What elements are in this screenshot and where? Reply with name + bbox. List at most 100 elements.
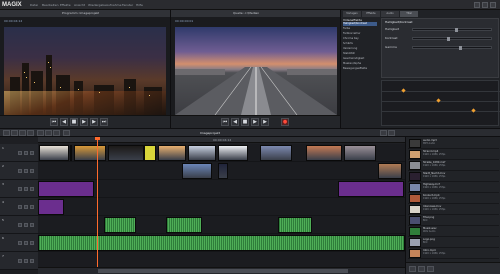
zoom-in-icon[interactable] [388, 130, 395, 136]
program-video-frame[interactable] [4, 27, 166, 115]
track-lane[interactable] [38, 180, 405, 198]
param-slider-knob[interactable] [454, 28, 458, 32]
title-clip[interactable] [338, 181, 404, 197]
menu-record[interactable]: Aufnahme [106, 1, 121, 9]
media-pool-item[interactable]: Highway.mxf 1920 x 1080, 25fps [408, 182, 499, 193]
track-lane[interactable] [38, 216, 405, 234]
video-clip[interactable] [188, 145, 216, 161]
media-pool-item[interactable]: Strand.mp4 1920 x 1080, 25fps [408, 149, 499, 160]
cut-tool-icon[interactable] [11, 130, 18, 136]
split-icon[interactable] [45, 130, 52, 136]
solo-button[interactable] [24, 223, 28, 227]
video-clip[interactable] [218, 163, 228, 179]
media-pool-item[interactable]: Musik.wav WAV Audio [408, 226, 499, 237]
track-header[interactable]: 5 [0, 216, 38, 234]
mute-button[interactable] [18, 187, 22, 191]
lock-button[interactable] [30, 205, 34, 209]
video-clip[interactable] [74, 145, 106, 161]
track-lane[interactable] [38, 162, 405, 180]
param-slider[interactable] [412, 28, 492, 32]
source-stop-button[interactable]: ■ [241, 118, 249, 126]
video-clip[interactable] [70, 145, 72, 161]
solo-button[interactable] [24, 151, 28, 155]
media-pool-item[interactable]: Titel.png Bild [408, 215, 499, 226]
track-header[interactable]: 4 [0, 198, 38, 216]
source-video-frame[interactable] [175, 27, 337, 115]
track-header[interactable]: 1 [0, 144, 38, 162]
solo-button[interactable] [24, 169, 28, 173]
video-clip[interactable] [39, 145, 69, 161]
menu-edit[interactable]: Bearbeiten [42, 1, 58, 9]
source-to-start-button[interactable]: ⏮ [221, 118, 229, 126]
media-pool-item[interactable]: audio.mp3 MP3 Audio [408, 138, 499, 149]
close-button[interactable] [490, 2, 496, 8]
video-clip[interactable] [344, 145, 376, 161]
solo-button[interactable] [24, 205, 28, 209]
mute-button[interactable] [18, 241, 22, 245]
delete-icon[interactable] [53, 130, 60, 136]
video-clip[interactable] [108, 145, 144, 161]
media-pool-item[interactable]: Straße_1080.mxf 1920 x 1080, 25fps [408, 160, 499, 171]
zoom-out-icon[interactable] [380, 130, 387, 136]
menu-playback[interactable]: Wiedergabe [88, 1, 106, 9]
play-button[interactable]: ▶ [80, 118, 88, 126]
list-view-icon[interactable] [418, 266, 425, 272]
track-header[interactable]: 7 [0, 252, 38, 270]
track-header[interactable]: 2 [0, 162, 38, 180]
media-pool-item[interactable]: Interview.mov 1920 x 1080, 25fps [408, 204, 499, 215]
tab-effects[interactable]: Effekte [362, 11, 380, 17]
record-button[interactable]: ● [281, 118, 289, 126]
tab-templates[interactable]: Vorlagen [343, 11, 361, 17]
menu-help[interactable]: Hilfe [136, 1, 143, 9]
playhead[interactable] [96, 137, 98, 267]
track-lane[interactable] [38, 198, 405, 216]
effect-list-item[interactable]: Chroma Key [343, 37, 377, 41]
solo-button[interactable] [24, 241, 28, 245]
tab-titles[interactable]: Titel [400, 11, 418, 17]
menu-file[interactable]: Datei [30, 1, 38, 9]
video-clip[interactable] [182, 163, 212, 179]
lock-button[interactable] [30, 259, 34, 263]
mute-button[interactable] [18, 205, 22, 209]
mute-button[interactable] [18, 223, 22, 227]
media-pool-item[interactable]: Intro.mp4 1920 x 1080, 25fps [408, 248, 499, 259]
audio-clip[interactable] [278, 217, 312, 233]
to-start-button[interactable]: ⏮ [50, 118, 58, 126]
effect-list-item[interactable]: Masken/Alpha [343, 62, 377, 66]
step-back-button[interactable]: ◀ [60, 118, 68, 126]
video-clip[interactable] [218, 145, 248, 161]
audio-clip[interactable] [166, 217, 202, 233]
effect-list-item[interactable]: Helligkeit/Kontrast [343, 22, 377, 26]
to-end-button[interactable]: ⏭ [100, 118, 108, 126]
snap-icon[interactable] [37, 130, 44, 136]
lock-button[interactable] [30, 241, 34, 245]
source-step-back-button[interactable]: ◀ [231, 118, 239, 126]
stop-button[interactable]: ■ [70, 118, 78, 126]
audio-clip[interactable] [38, 235, 405, 251]
minimize-button[interactable] [474, 2, 480, 8]
track-header[interactable]: 6 [0, 234, 38, 252]
media-pool-item[interactable]: Konzert.mp4 1920 x 1080, 25fps [408, 193, 499, 204]
media-pool-item[interactable]: Logo.png Bild [408, 237, 499, 248]
keyframe-area[interactable] [381, 80, 500, 126]
mute-button[interactable] [18, 151, 22, 155]
solo-button[interactable] [24, 187, 28, 191]
title-clip[interactable] [38, 199, 64, 215]
timeline-scrollbar[interactable] [38, 267, 405, 274]
track-header[interactable]: 3 [0, 180, 38, 198]
effect-list-item[interactable]: Verzerrung [343, 47, 377, 51]
effect-list-item[interactable]: Farbe [343, 27, 377, 31]
effect-list-item[interactable]: Geschwindigkeit [343, 57, 377, 61]
grid-view-icon[interactable] [427, 266, 434, 272]
effect-list-item[interactable]: Farbkorrektur [343, 32, 377, 36]
timeline-ruler[interactable]: 00:00:04:14 [38, 137, 405, 143]
video-clip[interactable] [378, 163, 402, 179]
timeline-scroll-thumb[interactable] [98, 269, 348, 273]
title-clip[interactable] [38, 181, 94, 197]
marker-icon[interactable] [63, 130, 70, 136]
solo-button[interactable] [24, 259, 28, 263]
param-slider-knob[interactable] [447, 37, 451, 41]
lock-button[interactable] [30, 169, 34, 173]
lock-button[interactable] [30, 223, 34, 227]
param-slider[interactable] [412, 46, 492, 50]
